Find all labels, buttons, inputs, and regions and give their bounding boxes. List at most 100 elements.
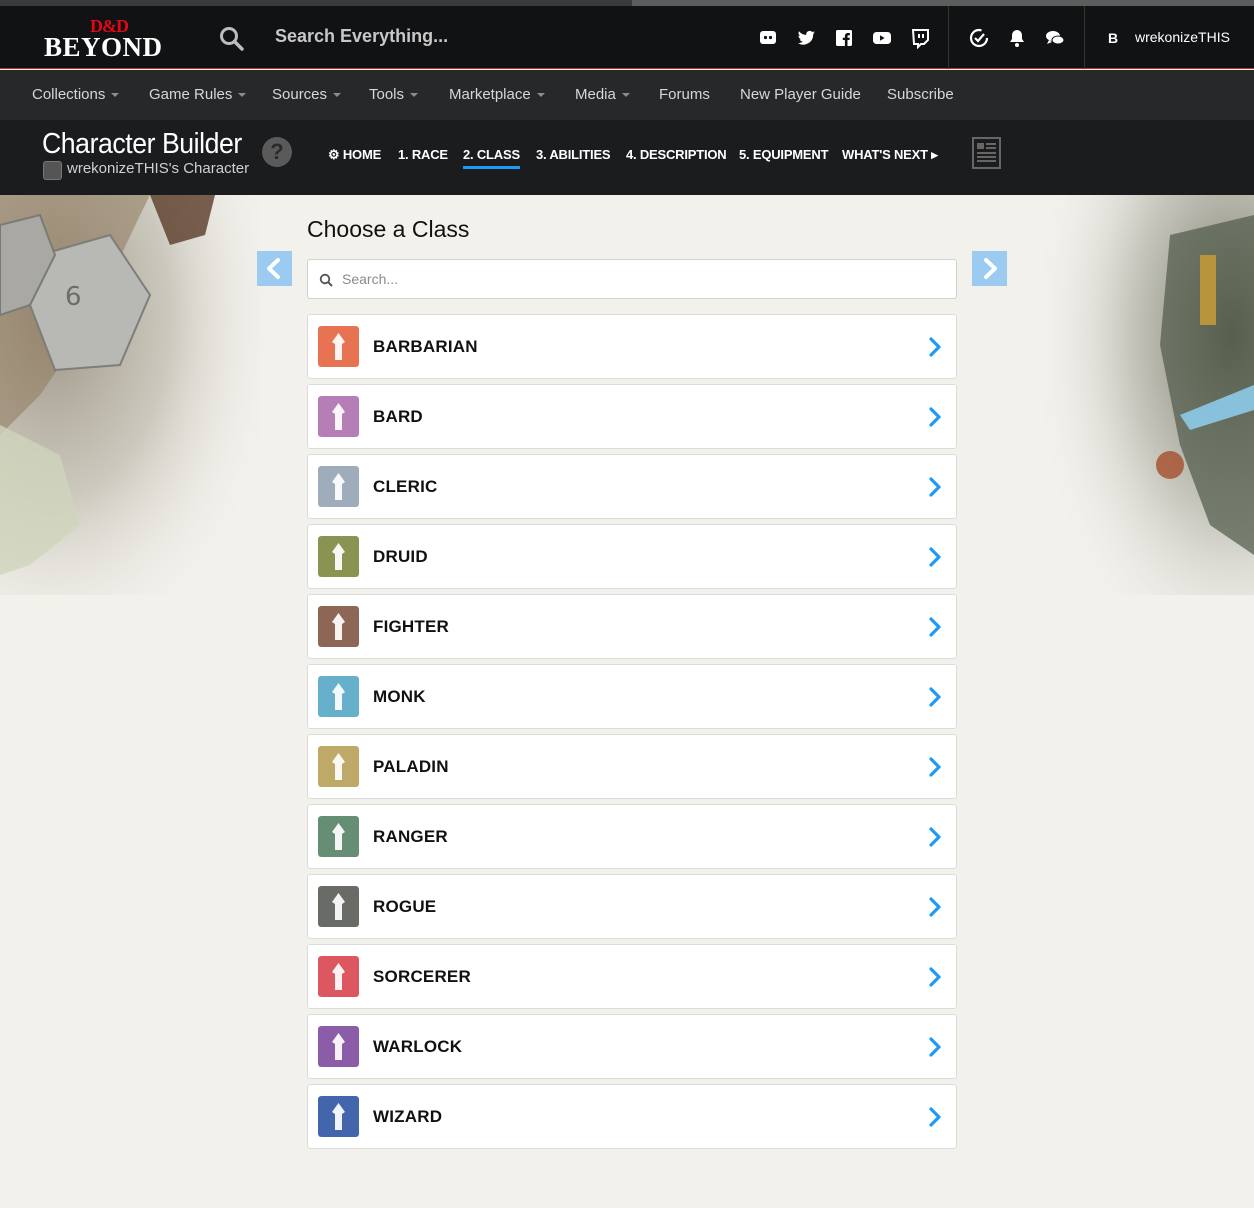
class-name: SORCERER [373,967,471,986]
nav-item-game-rules[interactable]: Game Rules [149,86,247,103]
bow-class-icon [318,816,359,857]
helm-class-icon [318,746,359,787]
class-row-barbarian[interactable]: BARBARIAN [307,314,957,379]
nav-item-tools[interactable]: Tools [369,86,419,103]
flame-class-icon [318,956,359,997]
caret-down-icon [111,93,120,98]
chevron-right-icon[interactable] [927,1106,943,1128]
builder-bar: Character Builder wrekonizeTHIS's Charac… [0,120,1254,195]
nav-item-media[interactable]: Media [575,86,630,103]
nav-label: Collections [32,86,106,103]
bell-icon[interactable] [1006,27,1028,49]
youtube-icon[interactable] [871,27,893,49]
svg-text:6: 6 [65,282,82,312]
caret-down-icon [333,93,342,98]
class-row-fighter[interactable]: FIGHTER [307,594,957,659]
class-row-ranger[interactable]: RANGER [307,804,957,869]
class-row-paladin[interactable]: PALADIN [307,734,957,799]
class-name: WARLOCK [373,1037,463,1056]
class-row-rogue[interactable]: ROGUE [307,874,957,939]
help-icon[interactable]: ? [262,137,292,167]
fist-class-icon [318,676,359,717]
nav-item-new-player-guide[interactable]: New Player Guide [740,86,861,103]
class-name: BARBARIAN [373,337,478,356]
site-header: D&D BEYOND Search Everything... B wrekon… [0,6,1254,69]
chevron-right-icon[interactable] [927,1036,943,1058]
class-name: PALADIN [373,757,449,776]
nav-item-sources[interactable]: Sources [272,86,342,103]
search-icon[interactable] [219,26,245,52]
chevron-right-icon[interactable] [927,406,943,428]
caret-down-icon [621,93,630,98]
ddb-sync-icon[interactable] [968,27,990,49]
class-name: CLERIC [373,477,438,496]
shield-class-icon [318,606,359,647]
global-search-field[interactable]: Search Everything... [275,26,448,47]
class-name: BARD [373,407,423,426]
nav-label: Media [575,86,616,103]
ddb-logo[interactable]: D&D BEYOND [44,16,174,62]
step-race[interactable]: 1. RACE [398,147,448,162]
chevron-right-icon[interactable] [927,966,943,988]
nav-label: Marketplace [449,86,531,103]
previous-step-button[interactable] [257,251,292,286]
chevron-right-icon[interactable] [927,826,943,848]
dice-artwork: 6 [0,195,260,595]
user-name[interactable]: wrekonizeTHIS [1135,29,1230,45]
class-name: FIGHTER [373,617,450,636]
axe-class-icon [318,326,359,367]
class-name: MONK [373,687,426,706]
class-row-bard[interactable]: BARD [307,384,957,449]
class-name: WIZARD [373,1107,443,1126]
chevron-right-icon[interactable] [927,336,943,358]
class-row-druid[interactable]: DRUID [307,524,957,589]
nav-item-collections[interactable]: Collections [32,86,120,103]
nav-item-marketplace[interactable]: Marketplace [449,86,545,103]
class-search-box[interactable] [307,259,957,299]
chevron-left-icon [267,258,280,279]
chat-icon[interactable] [1044,27,1066,49]
caret-down-icon [536,93,545,98]
character-avatar [43,161,62,180]
character-sheet-icon[interactable] [972,137,1001,169]
page-title: Choose a Class [307,216,470,242]
nav-label: Tools [369,86,405,103]
nav-item-forums[interactable]: Forums [659,86,710,103]
class-row-monk[interactable]: MONK [307,664,957,729]
lute-class-icon [318,396,359,437]
twitch-icon[interactable] [909,27,931,49]
nav-item-subscribe[interactable]: Subscribe [887,86,954,103]
twitter-icon[interactable] [795,27,817,49]
sun-class-icon [318,466,359,507]
chevron-right-icon[interactable] [927,616,943,638]
class-row-warlock[interactable]: WARLOCK [307,1014,957,1079]
chevron-right-icon[interactable] [927,546,943,568]
caret-down-icon [238,93,247,98]
class-search-input[interactable] [342,268,942,290]
header-divider [948,6,949,69]
chevron-right-icon[interactable] [927,756,943,778]
logo-beyond-text: BEYOND [44,32,163,62]
user-avatar[interactable]: B [1108,30,1118,46]
leaf-class-icon [318,536,359,577]
facebook-icon[interactable] [833,27,855,49]
chevron-right-icon[interactable] [927,896,943,918]
class-name: RANGER [373,827,448,846]
chevron-right-icon[interactable] [927,686,943,708]
step-equipment[interactable]: 5. EQUIPMENT [739,147,829,162]
step-class[interactable]: 2. CLASS [463,147,520,169]
discord-icon[interactable] [757,27,779,49]
character-name: wrekonizeTHIS's Character [67,160,250,177]
class-row-cleric[interactable]: CLERIC [307,454,957,519]
next-step-button[interactable] [972,251,1007,286]
class-row-sorcerer[interactable]: SORCERER [307,944,957,1009]
main-nav: Collections Game Rules Sources Tools Mar… [0,70,1254,120]
class-row-wizard[interactable]: WIZARD [307,1084,957,1149]
step-whats-next[interactable]: WHAT'S NEXT ▸ [842,147,938,163]
step-description[interactable]: 4. DESCRIPTION [626,147,727,162]
chevron-right-icon[interactable] [927,476,943,498]
class-name: ROGUE [373,897,437,916]
hand-class-icon [318,1096,359,1137]
step-abilities[interactable]: 3. ABILITIES [536,147,611,162]
step-home[interactable]: ⚙ HOME [328,147,381,163]
